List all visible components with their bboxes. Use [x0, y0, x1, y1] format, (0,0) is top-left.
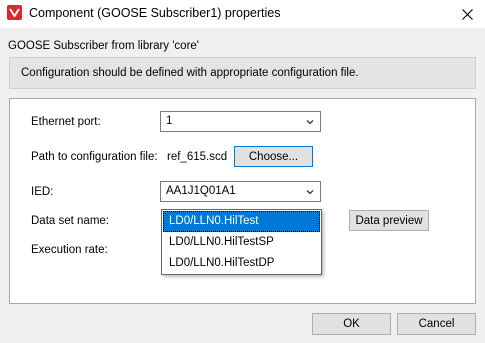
app-logo-icon — [7, 5, 22, 20]
chevron-down-icon — [306, 120, 314, 125]
ethernet-port-value: 1 — [166, 115, 173, 127]
cancel-button[interactable]: Cancel — [397, 313, 476, 335]
dataset-dropdown-list: LD0/LLN0.HilTest LD0/LLN0.HilTestSP LD0/… — [161, 209, 322, 275]
config-path-value: ref_615.scd — [167, 151, 228, 163]
close-button[interactable] — [449, 0, 485, 28]
title-bar: Component (GOOSE Subscriber1) properties — [0, 0, 485, 28]
choose-file-button[interactable]: Choose... — [234, 146, 313, 167]
dataset-label: Data set name: — [31, 215, 109, 227]
data-preview-button[interactable]: Data preview — [349, 210, 429, 231]
dataset-option[interactable]: LD0/LLN0.HilTestSP — [163, 232, 320, 253]
ethernet-port-label: Ethernet port: — [31, 116, 101, 128]
execution-rate-label: Execution rate: — [31, 244, 108, 256]
ethernet-port-select[interactable]: 1 — [160, 111, 321, 132]
window-title: Component (GOOSE Subscriber1) properties — [29, 6, 281, 20]
close-icon — [461, 8, 473, 20]
ied-label: IED: — [31, 186, 54, 198]
info-text: Configuration should be defined with app… — [21, 67, 359, 79]
ied-select[interactable]: AA1J1Q01A1 — [160, 181, 321, 202]
library-subtitle: GOOSE Subscriber from library 'core' — [8, 40, 199, 52]
config-path-label: Path to configuration file: — [31, 151, 158, 163]
dataset-option[interactable]: LD0/LLN0.HilTestDP — [163, 253, 320, 274]
chevron-down-icon — [306, 190, 314, 195]
info-banner: Configuration should be defined with app… — [9, 57, 476, 89]
ied-value: AA1J1Q01A1 — [166, 185, 236, 197]
ok-button[interactable]: OK — [312, 313, 391, 335]
dataset-option[interactable]: LD0/LLN0.HilTest — [163, 211, 320, 232]
